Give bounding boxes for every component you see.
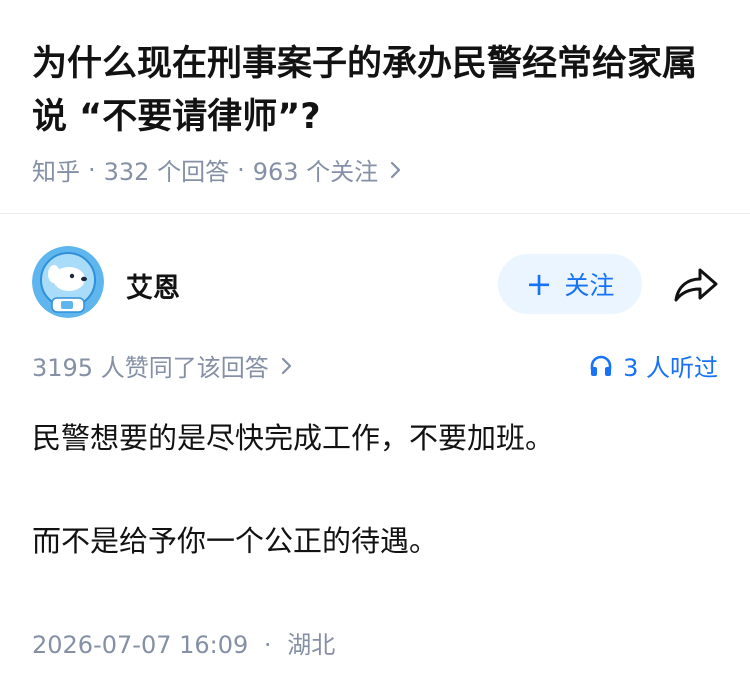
avatar[interactable]	[32, 246, 104, 318]
follow-button[interactable]: + 关注	[498, 254, 642, 314]
meta-separator: ·	[88, 155, 96, 184]
author-name[interactable]: 艾恩	[126, 266, 180, 305]
answer-paragraph: 民警想要的是尽快完成工作，不要加班。	[32, 421, 555, 455]
headphones-icon	[590, 355, 612, 376]
meta-separator: ·	[237, 155, 245, 184]
question-source: 知乎	[32, 158, 80, 186]
share-icon[interactable]	[670, 264, 720, 306]
follower-count: 963 个关注	[252, 158, 379, 186]
likes-text: 3195 人赞同了该回答	[32, 354, 269, 382]
section-divider	[0, 213, 750, 214]
answer-page: 为什么现在刑事案子的承办民警经常给家属说 “不要请律师”? 知乎 · 332 个…	[0, 0, 750, 685]
likes-summary[interactable]: 3195 人赞同了该回答	[32, 348, 293, 383]
answer-location: 湖北	[287, 631, 336, 659]
meta-separator: ·	[263, 631, 272, 659]
follow-label: 关注	[564, 271, 615, 300]
answer-paragraph: 而不是给予你一个公正的待遇。	[32, 524, 439, 558]
chevron-right-icon	[390, 161, 402, 179]
answer-date: 2026-07-07 16:09	[32, 631, 249, 659]
listen-text: 3 人听过	[623, 354, 718, 382]
plus-icon: +	[525, 265, 553, 303]
answer-count: 332 个回答	[103, 158, 230, 186]
listen-count[interactable]: 3 人听过	[589, 348, 718, 383]
question-title[interactable]: 为什么现在刑事案子的承办民警经常给家属说 “不要请律师”?	[32, 38, 722, 144]
chevron-right-icon	[281, 357, 293, 375]
question-meta[interactable]: 知乎 · 332 个回答 · 963 个关注	[32, 152, 402, 187]
answer-footer: 2026-07-07 16:09 · 湖北	[32, 625, 335, 660]
